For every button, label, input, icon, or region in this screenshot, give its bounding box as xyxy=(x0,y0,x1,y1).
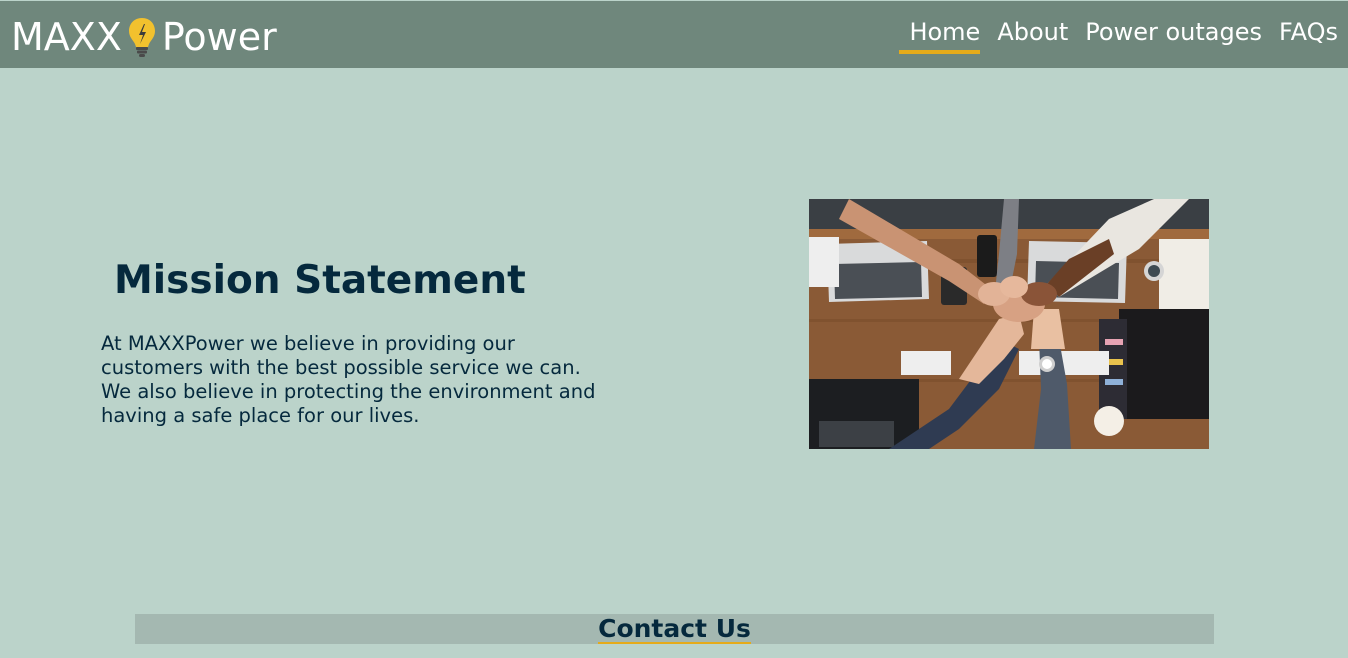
team-photo xyxy=(809,199,1209,449)
nav-faqs[interactable]: FAQs xyxy=(1279,16,1338,52)
nav-about[interactable]: About xyxy=(997,16,1068,52)
nav-home[interactable]: Home xyxy=(899,16,980,54)
team-photo-illustration xyxy=(809,199,1209,449)
brand-name-part1: MAXX xyxy=(11,15,122,59)
nav-power-outages[interactable]: Power outages xyxy=(1085,16,1262,52)
navbar: MAXX Power Home About Power outages FAQs xyxy=(0,1,1348,68)
mission-text: At MAXXPower we believe in providing our… xyxy=(101,332,596,427)
contact-title: Contact Us xyxy=(598,614,751,644)
nav-links: Home About Power outages FAQs xyxy=(899,16,1338,54)
brand-logo[interactable]: MAXX Power xyxy=(11,15,277,59)
lightbulb-icon xyxy=(128,18,155,57)
mission-title: Mission Statement xyxy=(114,258,526,303)
contact-section: Contact Us xyxy=(135,614,1214,644)
brand-name-part2: Power xyxy=(161,15,277,59)
